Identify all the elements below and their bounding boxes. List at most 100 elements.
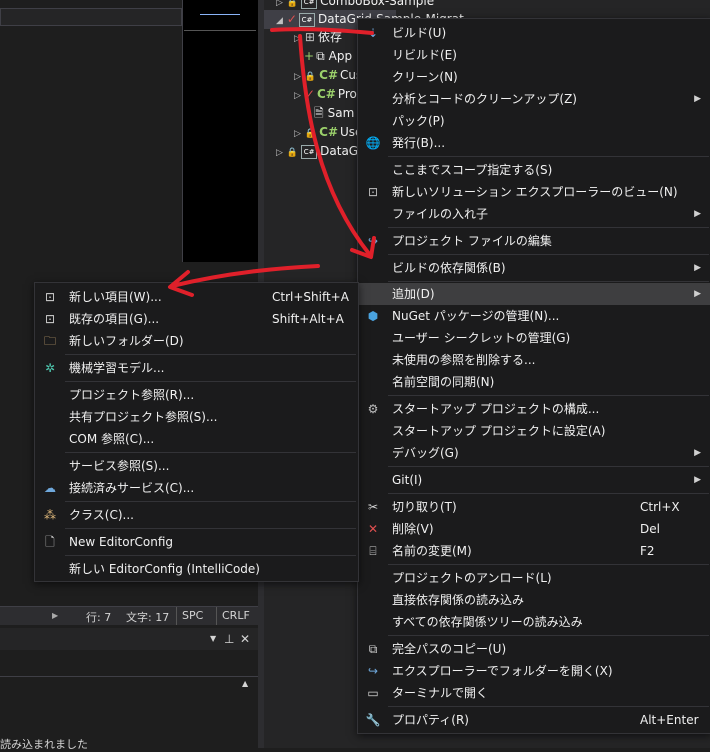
submenu-arrow-icon: ▶ bbox=[694, 94, 701, 104]
spc-indicator[interactable]: SPC bbox=[176, 607, 208, 625]
copy-icon: ⧉ bbox=[368, 642, 378, 656]
menu-item-user-secrets[interactable]: ユーザー シークレットの管理(G) bbox=[358, 327, 710, 349]
gear-icon: ⚙ bbox=[367, 402, 379, 416]
csharp-file-icon: C# bbox=[319, 125, 339, 139]
menu-separator bbox=[65, 555, 356, 556]
folder-icon: 🗀 bbox=[43, 334, 56, 348]
pin-icon[interactable]: ⊥ bbox=[224, 632, 234, 646]
expand-icon[interactable]: ▷ bbox=[294, 91, 301, 101]
menu-item-cut[interactable]: ✂ 切り取り(T) Ctrl+X bbox=[358, 496, 710, 518]
build-icon: ⇣ bbox=[367, 26, 379, 40]
submenu-item-service-reference[interactable]: サービス参照(S)... bbox=[35, 455, 358, 477]
menu-separator bbox=[388, 254, 709, 255]
menu-separator bbox=[65, 452, 356, 453]
menu-item-new-explorer-view[interactable]: ⊡ 新しいソリューション エクスプローラーのビュー(N) bbox=[358, 181, 710, 203]
csharp-project-icon: C# bbox=[298, 12, 315, 27]
lock-icon: 🔒 bbox=[304, 72, 317, 82]
tree-item-datagrid-2[interactable]: ▷ 🔒 C# DataGri bbox=[276, 142, 366, 161]
expand-icon[interactable]: ▷ bbox=[294, 72, 301, 82]
menu-item-edit-project-file[interactable]: ↪ プロジェクト ファイルの編集 bbox=[358, 230, 710, 252]
menu-item-unload-project[interactable]: プロジェクトのアンロード(L) bbox=[358, 567, 710, 589]
menu-item-clean[interactable]: クリーン(N) bbox=[358, 66, 710, 88]
menu-separator bbox=[65, 354, 356, 355]
menu-item-load-all-deps[interactable]: すべての依存関係ツリーの読み込み bbox=[358, 611, 710, 633]
submenu-item-class[interactable]: ⁂ クラス(C)... bbox=[35, 504, 358, 526]
crlf-indicator[interactable]: CRLF bbox=[216, 607, 255, 625]
checkmark-icon: ✓ bbox=[286, 12, 297, 26]
submenu-item-new-item[interactable]: ⊡ 新しい項目(W)... Ctrl+Shift+A bbox=[35, 286, 358, 308]
expand-icon[interactable]: ▷ bbox=[294, 34, 301, 44]
menu-item-delete[interactable]: ✕ 削除(V) Del bbox=[358, 518, 710, 540]
close-icon[interactable]: ✕ bbox=[240, 632, 250, 646]
submenu-item-ml-model[interactable]: ✲ 機械学習モデル... bbox=[35, 357, 358, 379]
scroll-up-icon[interactable]: ▲ bbox=[242, 679, 248, 688]
submenu-item-com-reference[interactable]: COM 参照(C)... bbox=[35, 428, 358, 450]
menu-item-load-direct-deps[interactable]: 直接依存関係の読み込み bbox=[358, 589, 710, 611]
menu-separator bbox=[388, 706, 709, 707]
menu-item-add[interactable]: 追加(D) ▶ bbox=[358, 283, 710, 305]
submenu-item-existing-item[interactable]: ⊡ 既存の項目(G)... Shift+Alt+A bbox=[35, 308, 358, 330]
tree-item-program[interactable]: ▷ ✓ C# Prog bbox=[294, 85, 365, 104]
lock-icon: 🔒 bbox=[286, 0, 299, 8]
menu-item-properties[interactable]: 🔧 プロパティ(R) Alt+Enter bbox=[358, 709, 710, 731]
menu-separator bbox=[65, 381, 356, 382]
preview-line bbox=[200, 14, 240, 15]
editor-navigation-bar[interactable] bbox=[0, 8, 182, 26]
menu-item-set-startup[interactable]: スタートアップ プロジェクトに設定(A) bbox=[358, 420, 710, 442]
tree-item-user[interactable]: ▷ 🔒 C# Use bbox=[294, 123, 362, 142]
dependencies-icon: ⊞ bbox=[304, 30, 315, 44]
cloud-icon: ☁ bbox=[44, 481, 56, 495]
design-preview bbox=[182, 0, 259, 262]
menu-item-analyze-cleanup[interactable]: 分析とコードのクリーンアップ(Z) ▶ bbox=[358, 88, 710, 110]
menu-item-rename[interactable]: ⌸ 名前の変更(M) F2 bbox=[358, 540, 710, 562]
plus-icon: + bbox=[304, 49, 315, 63]
menu-item-rebuild[interactable]: リビルド(E) bbox=[358, 44, 710, 66]
dropdown-icon[interactable]: ▼ bbox=[210, 634, 216, 643]
expand-icon[interactable]: ▷ bbox=[294, 129, 301, 139]
menu-item-file-nesting[interactable]: ファイルの入れ子 ▶ bbox=[358, 203, 710, 225]
menu-item-debug[interactable]: デバッグ(G) ▶ bbox=[358, 442, 710, 464]
menu-separator bbox=[388, 635, 709, 636]
submenu-arrow-icon: ▶ bbox=[694, 448, 701, 458]
menu-item-open-terminal[interactable]: ▭ ターミナルで開く bbox=[358, 682, 710, 704]
file-icon: 🗋 bbox=[45, 535, 55, 549]
expand-icon[interactable]: ▷ bbox=[276, 148, 283, 158]
csharp-file-icon: C# bbox=[319, 68, 339, 82]
menu-separator bbox=[388, 564, 709, 565]
submenu-item-shared-project-reference[interactable]: 共有プロジェクト参照(S)... bbox=[35, 406, 358, 428]
scroll-right-icon[interactable]: ▶ bbox=[52, 611, 58, 620]
menu-item-git[interactable]: Git(I) ▶ bbox=[358, 469, 710, 491]
tree-item-dependencies[interactable]: ▷ ⊞ 依存 bbox=[294, 28, 342, 47]
csharp-project-icon: C# bbox=[301, 0, 318, 9]
submenu-arrow-icon: ▶ bbox=[694, 209, 701, 219]
output-panel-header: ▼ ⊥ ✕ bbox=[0, 628, 258, 650]
menu-item-scope-to-this[interactable]: ここまでスコープ指定する(S) bbox=[358, 159, 710, 181]
submenu-item-new-editorconfig[interactable]: 🗋 New EditorConfig bbox=[35, 531, 358, 553]
menu-item-copy-full-path[interactable]: ⧉ 完全パスのコピー(U) bbox=[358, 638, 710, 660]
submenu-item-project-reference[interactable]: プロジェクト参照(R)... bbox=[35, 384, 358, 406]
globe-icon: 🌐 bbox=[365, 136, 381, 150]
expand-icon[interactable]: ▷ bbox=[276, 0, 283, 8]
tree-item-sample[interactable]: 🗎 Sam bbox=[314, 104, 354, 123]
tree-item-app[interactable]: + ⧉ App bbox=[304, 47, 352, 66]
menu-item-configure-startup[interactable]: ⚙ スタートアップ プロジェクトの構成... bbox=[358, 398, 710, 420]
menu-item-build[interactable]: ⇣ ビルド(U) bbox=[358, 22, 710, 44]
existing-item-icon: ⊡ bbox=[44, 312, 56, 326]
checkmark-icon: ✓ bbox=[304, 87, 315, 101]
menu-item-pack[interactable]: パック(P) bbox=[358, 110, 710, 132]
submenu-item-new-folder[interactable]: 🗀 新しいフォルダー(D) bbox=[35, 330, 358, 352]
nuget-icon: ⬢ bbox=[367, 309, 379, 323]
menu-separator bbox=[388, 281, 709, 282]
menu-item-open-in-explorer[interactable]: ↪ エクスプローラーでフォルダーを開く(X) bbox=[358, 660, 710, 682]
menu-item-publish[interactable]: 🌐 発行(B)... bbox=[358, 132, 710, 154]
menu-item-manage-nuget[interactable]: ⬢ NuGet パッケージの管理(N)... bbox=[358, 305, 710, 327]
submenu-item-connected-service[interactable]: ☁ 接続済みサービス(C)... bbox=[35, 477, 358, 499]
menu-item-sync-namespaces[interactable]: 名前空間の同期(N) bbox=[358, 371, 710, 393]
menu-separator bbox=[388, 227, 709, 228]
menu-item-remove-unused-references[interactable]: 未使用の参照を削除する... bbox=[358, 349, 710, 371]
collapse-icon[interactable]: ◢ bbox=[276, 16, 283, 26]
rename-icon: ⌸ bbox=[369, 544, 377, 558]
column-indicator: 文字: 17 bbox=[126, 611, 170, 624]
menu-item-build-dependencies[interactable]: ビルドの依存関係(B) ▶ bbox=[358, 257, 710, 279]
submenu-item-new-editorconfig-intellicode[interactable]: 新しい EditorConfig (IntelliCode) bbox=[35, 558, 358, 580]
